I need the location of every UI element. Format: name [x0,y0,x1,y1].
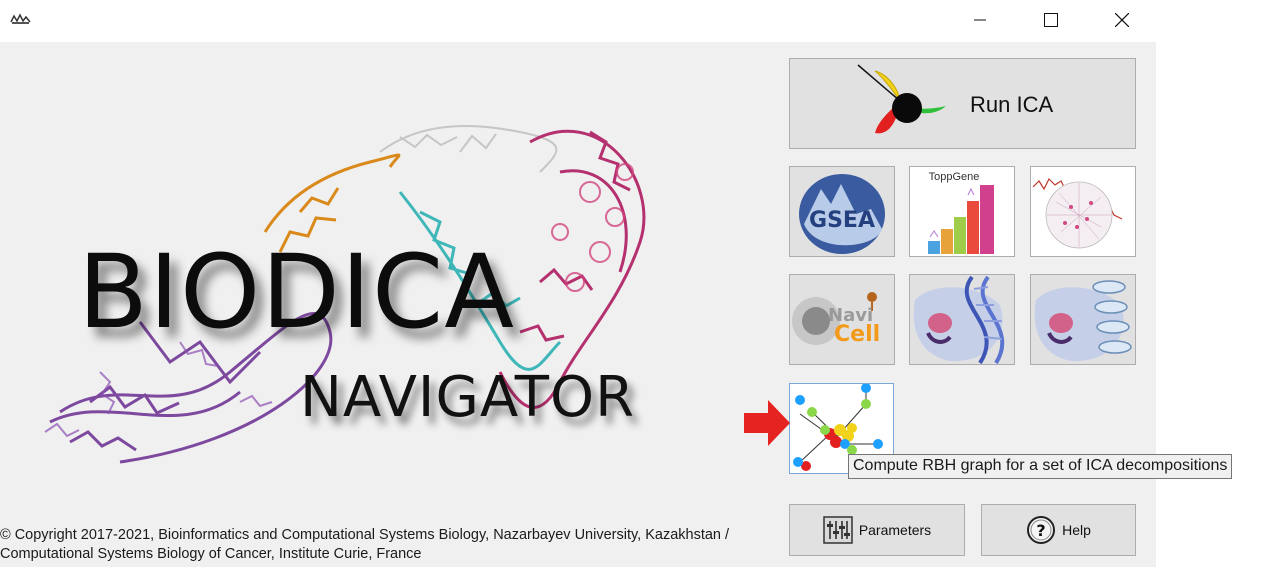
cell-analysis-button[interactable] [1030,274,1136,365]
pointer-arrow-icon [744,400,790,446]
help-label: Help [1062,522,1091,538]
toppgene-label: ToppGene [929,171,980,183]
network-plot-icon [1031,167,1135,256]
close-icon [1115,13,1129,27]
cell-dish-icon [1034,280,1132,362]
minimize-button[interactable] [957,0,1003,40]
window-edge [1156,42,1278,567]
copyright-text: © Copyright 2017-2021, Bioinformatics an… [0,526,770,564]
minimize-icon [974,19,986,21]
sliders-icon [823,516,853,544]
copyright-line-1: © Copyright 2017-2021, Bioinformatics an… [0,527,730,543]
maximize-icon [1044,13,1058,27]
title-bar [0,0,1278,42]
help-button[interactable]: ? Help [981,504,1136,556]
run-ica-button[interactable]: Run ICA [789,58,1136,149]
help-icon: ? [1027,516,1056,544]
toppgene-button[interactable]: ToppGene [909,166,1015,257]
rbh-tooltip: Compute RBH graph for a set of ICA decom… [848,454,1233,479]
logo-title: BIODICA [78,233,515,352]
dna-icon [913,275,1005,364]
toppgene-chart-icon: ToppGene [910,167,1014,256]
navicell-button[interactable]: Navi Cell [789,274,895,365]
parameters-button[interactable]: Parameters [789,504,965,556]
gsea-label: GSEA [809,208,875,233]
ica-components-icon [857,64,946,134]
parameters-label: Parameters [858,522,932,538]
navicell-icon: Navi Cell [792,292,880,347]
gsea-button[interactable]: GSEA [789,166,895,257]
gsea-icon: GSEA [799,173,885,254]
network-analysis-button[interactable] [1030,166,1136,257]
maximize-button[interactable] [1028,0,1074,40]
app-icon [10,13,31,24]
copyright-line-2: Computational Systems Biology of Cancer,… [0,546,422,562]
close-button[interactable] [1099,0,1145,40]
navicell-label-cell: Cell [834,322,880,347]
main-panel: BIODICA NAVIGATOR Run ICA GSEA ToppGene [0,42,1233,567]
logo-subtitle: NAVIGATOR [300,365,635,430]
biodica-logo: BIODICA NAVIGATOR [0,42,760,502]
run-ica-label: Run ICA [970,92,1054,117]
dna-analysis-button[interactable] [909,274,1015,365]
svg-text:?: ? [1036,521,1045,540]
